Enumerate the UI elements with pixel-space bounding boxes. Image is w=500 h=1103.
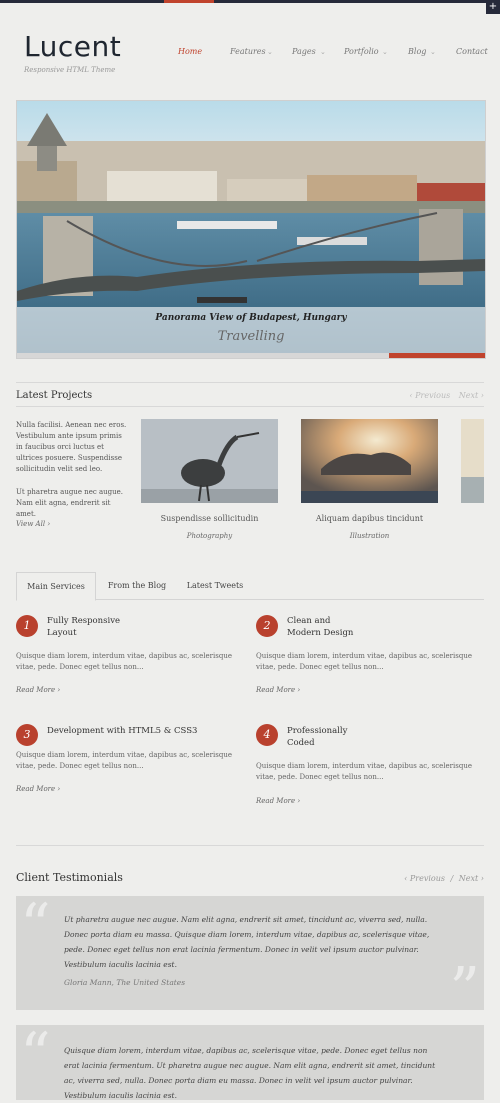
service-title-line: Professionally xyxy=(287,726,348,736)
testimonial-text: Ut pharetra augue nec augue. Nam elit ag… xyxy=(64,915,430,969)
read-more-link[interactable]: Read More › xyxy=(16,785,60,793)
hero-title: Panorama View of Budapest, Hungary xyxy=(155,313,347,323)
divider xyxy=(16,382,484,383)
hero-subtitle: Travelling xyxy=(217,329,285,344)
service-title: Clean and Modern Design xyxy=(287,615,353,639)
service-number: 4 xyxy=(256,724,278,746)
site-tagline: Responsive HTML Theme xyxy=(24,66,116,74)
tab-main-services[interactable]: Main Services xyxy=(16,572,96,601)
nav-item-home[interactable]: Home xyxy=(178,47,202,56)
chevron-right-icon: › xyxy=(47,520,51,528)
chevron-right-icon: › xyxy=(297,797,301,805)
chevron-left-icon: ‹ xyxy=(409,391,413,400)
read-more-label: Read More xyxy=(256,797,296,805)
divider xyxy=(16,845,484,846)
testimonials-prev-button[interactable]: Previous xyxy=(410,874,445,883)
project-caption[interactable]: Suspendisse sollicitudin xyxy=(141,514,278,523)
read-more-link[interactable]: Read More › xyxy=(16,686,60,694)
testimonials-pager: ‹ Previous / Next › xyxy=(404,874,484,883)
service-body: Quisque diam lorem, interdum vitae, dapi… xyxy=(256,652,472,671)
service-title: Professionally Coded xyxy=(287,725,347,749)
service-title: Fully Responsive Layout xyxy=(47,615,120,639)
top-bar-accent xyxy=(164,0,214,3)
plus-icon[interactable]: + xyxy=(486,0,500,14)
quote-close-icon: ” xyxy=(449,955,480,1025)
testimonial-text: Quisque diam lorem, interdum vitae, dapi… xyxy=(64,1046,436,1100)
heron-image xyxy=(141,419,278,503)
projects-intro: Nulla facilisi. Aenean nec eros. Vestibu… xyxy=(16,421,127,473)
divider xyxy=(16,406,484,407)
nav-item-contact[interactable]: Contact xyxy=(456,47,488,56)
beach-image xyxy=(461,419,484,503)
service-body: Quisque diam lorem, interdum vitae, dapi… xyxy=(16,652,232,671)
service-body: Quisque diam lorem, interdum vitae, dapi… xyxy=(16,751,232,770)
read-more-link[interactable]: Read More › xyxy=(256,797,300,805)
project-category: Illustration xyxy=(349,532,390,540)
read-more-label: Read More xyxy=(256,686,296,694)
testimonials-title: Client Testimonials xyxy=(16,871,123,884)
tab-latest-tweets[interactable]: Latest Tweets xyxy=(176,572,254,599)
sunset-image xyxy=(301,419,438,503)
project-caption[interactable]: Aliquam dapibus tincidunt xyxy=(301,514,438,523)
service-title-line: Modern Design xyxy=(287,628,354,638)
latest-projects-title: Latest Projects xyxy=(16,390,93,401)
chevron-right-icon: › xyxy=(57,785,61,793)
slider-progress xyxy=(17,353,485,358)
view-all-label: View All xyxy=(16,520,46,528)
site-logo[interactable]: Lucent xyxy=(24,30,121,63)
read-more-label: Read More xyxy=(16,686,56,694)
top-bar xyxy=(0,0,500,3)
chevron-down-icon: ⌄ xyxy=(382,48,388,56)
project-thumb-illustration[interactable] xyxy=(301,419,438,503)
quote-open-icon: “ xyxy=(20,891,51,961)
service-title-line: Layout xyxy=(47,628,77,638)
chevron-right-icon: › xyxy=(57,686,61,694)
read-more-label: Read More xyxy=(16,785,56,793)
service-number: 3 xyxy=(16,724,38,746)
chevron-down-icon: ⌄ xyxy=(320,48,326,56)
service-body: Quisque diam lorem, interdum vitae, dapi… xyxy=(256,762,472,781)
service-number: 2 xyxy=(256,615,278,637)
chevron-right-icon: › xyxy=(480,874,484,883)
quote-open-icon: “ xyxy=(20,1020,51,1090)
project-thumb-photography[interactable] xyxy=(141,419,278,503)
hero-caption: Panorama View of Budapest, Hungary Trave… xyxy=(17,307,485,353)
chevron-right-icon: › xyxy=(297,686,301,694)
slider-progress-fill xyxy=(389,353,485,358)
chevron-right-icon: › xyxy=(480,391,484,400)
projects-intro-2: Ut pharetra augue nec augue. Nam elit ag… xyxy=(16,488,124,518)
service-title-line: Fully Responsive xyxy=(47,616,121,626)
nav-item-features[interactable]: Features xyxy=(230,47,266,56)
service-title: Development with HTML5 & CSS3 xyxy=(47,725,197,737)
projects-prev-button[interactable]: Previous xyxy=(415,391,450,400)
testimonial-card: “ Ut pharetra augue nec augue. Nam elit … xyxy=(16,891,484,1020)
hero-slider[interactable]: Panorama View of Budapest, Hungary Trave… xyxy=(16,100,486,359)
testimonials-next-button[interactable]: Next xyxy=(459,874,478,883)
service-title-line: Coded xyxy=(287,738,315,748)
service-title-line: Clean and xyxy=(287,616,331,626)
service-title-line: Development with HTML5 & CSS3 xyxy=(47,726,198,736)
chevron-down-icon: ⌄ xyxy=(267,48,273,56)
read-more-link[interactable]: Read More › xyxy=(256,686,300,694)
projects-pager: ‹ Previous Next › xyxy=(409,391,484,400)
nav-item-pages[interactable]: Pages xyxy=(292,47,316,56)
chevron-down-icon: ⌄ xyxy=(430,48,436,56)
testimonial-card: “ Quisque diam lorem, interdum vitae, da… xyxy=(16,1025,484,1100)
services-tabs: Main Services From the Blog Latest Tweet… xyxy=(16,572,484,601)
project-category: Photography xyxy=(186,532,233,540)
nav-item-portfolio[interactable]: Portfolio xyxy=(344,47,379,56)
testimonial-author: Gloria Mann, The United States xyxy=(64,978,186,987)
view-all-link[interactable]: View All › xyxy=(16,520,50,528)
service-number: 1 xyxy=(16,615,38,637)
nav-item-blog[interactable]: Blog xyxy=(408,47,426,56)
chevron-left-icon: ‹ xyxy=(404,874,408,883)
projects-next-button[interactable]: Next xyxy=(459,391,478,400)
tab-from-the-blog[interactable]: From the Blog xyxy=(98,572,176,599)
project-thumb-partial[interactable] xyxy=(461,419,484,503)
